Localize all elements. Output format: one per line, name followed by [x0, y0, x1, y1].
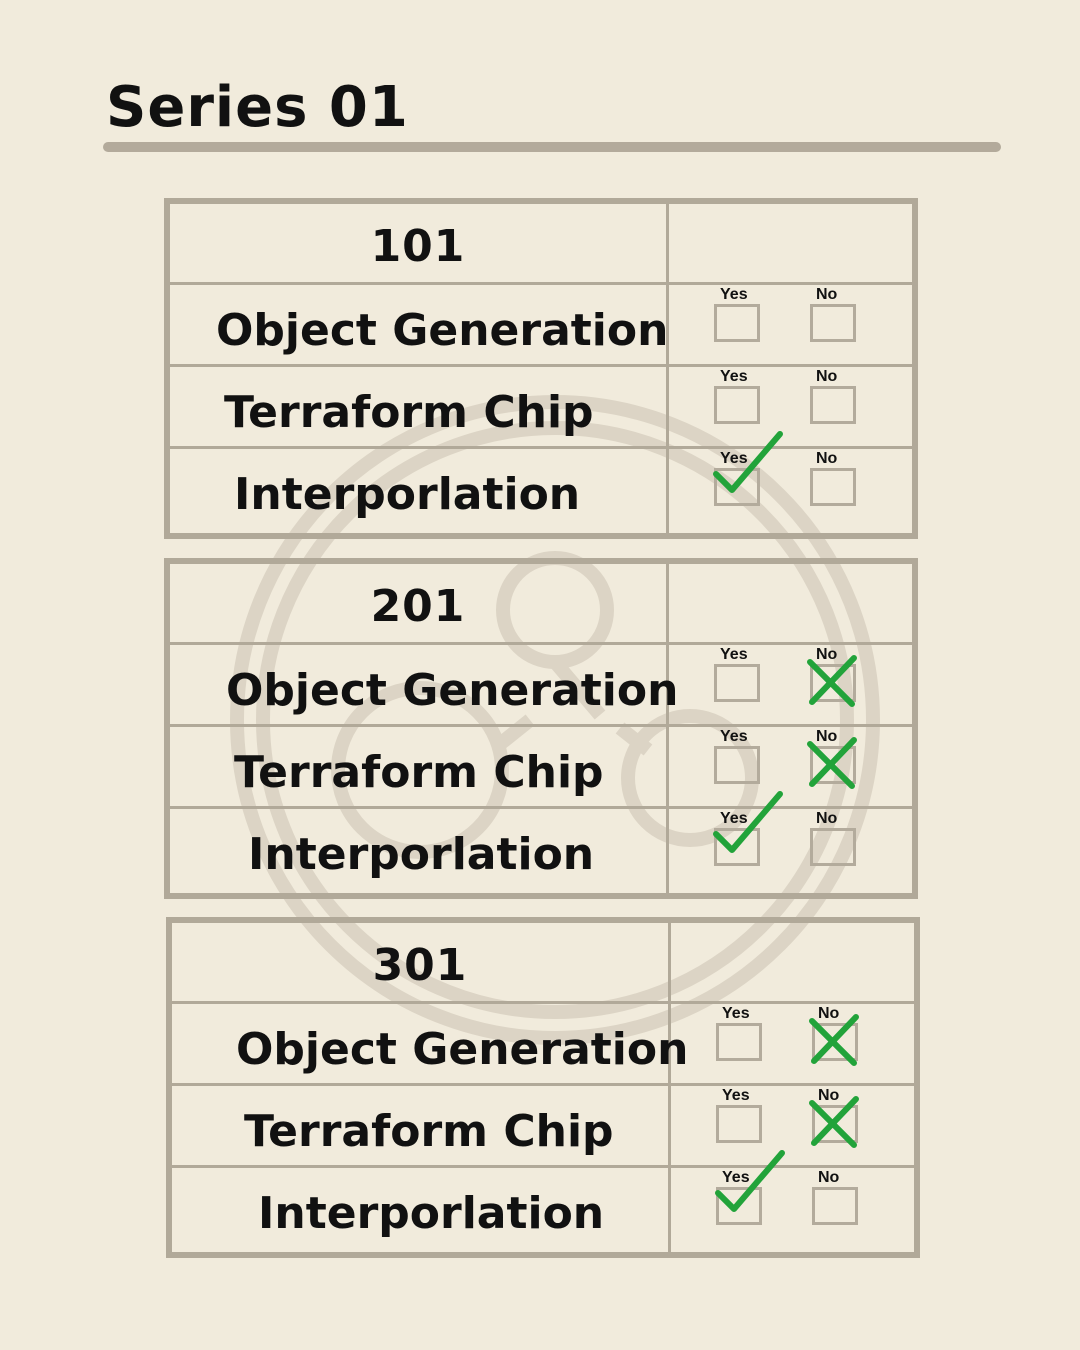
row-label: Interporlation — [248, 829, 595, 880]
yes-label: Yes — [720, 646, 748, 663]
x-mark-icon — [809, 1014, 859, 1066]
row-divider — [170, 282, 912, 285]
no-checkbox[interactable] — [810, 386, 856, 424]
yes-label: Yes — [722, 1005, 750, 1022]
no-label: No — [818, 1169, 840, 1186]
yes-label: Yes — [722, 1087, 750, 1104]
row-label: Object Generation — [216, 305, 669, 356]
row-divider — [172, 1083, 914, 1086]
checkmark-icon — [715, 1150, 785, 1212]
row-divider — [170, 806, 912, 809]
row-label: Terraform Chip — [244, 1106, 614, 1157]
table-101: 101 Object Generation Yes No Terraform Chip Y… — [164, 198, 918, 539]
row-divider — [170, 364, 912, 367]
table-heading: 301 — [372, 940, 468, 991]
no-label: No — [816, 810, 838, 827]
x-mark-icon — [807, 655, 857, 707]
checkmark-icon — [713, 791, 783, 853]
no-label: No — [816, 368, 838, 385]
row-label: Interporlation — [258, 1188, 605, 1239]
x-mark-icon — [809, 1096, 859, 1148]
row-divider — [172, 1165, 914, 1168]
row-divider — [170, 446, 912, 449]
yes-checkbox[interactable] — [714, 746, 760, 784]
row-divider — [170, 724, 912, 727]
yes-checkbox[interactable] — [716, 1105, 762, 1143]
table-301: 301 Object Generation Yes No Terraform Chip Y… — [166, 917, 920, 1258]
yes-label: Yes — [720, 286, 748, 303]
yes-label: Yes — [720, 368, 748, 385]
row-label: Terraform Chip — [224, 387, 594, 438]
no-checkbox[interactable] — [810, 828, 856, 866]
column-divider — [666, 564, 669, 893]
row-label: Object Generation — [226, 665, 679, 716]
yes-label: Yes — [720, 728, 748, 745]
table-heading: 101 — [370, 221, 466, 272]
row-divider — [172, 1001, 914, 1004]
x-mark-icon — [807, 737, 857, 789]
yes-checkbox[interactable] — [714, 386, 760, 424]
column-divider — [668, 923, 671, 1252]
no-label: No — [816, 450, 838, 467]
yes-checkbox[interactable] — [714, 664, 760, 702]
checkmark-icon — [713, 431, 783, 493]
row-label: Object Generation — [236, 1024, 689, 1075]
table-201: 201 Object Generation Yes No Terraform Chip Y… — [164, 558, 918, 899]
no-checkbox[interactable] — [810, 304, 856, 342]
yes-checkbox[interactable] — [716, 1023, 762, 1061]
no-label: No — [816, 286, 838, 303]
row-label: Terraform Chip — [234, 747, 604, 798]
no-checkbox[interactable] — [810, 468, 856, 506]
row-divider — [170, 642, 912, 645]
title-divider — [103, 142, 1001, 152]
row-label: Interporlation — [234, 469, 581, 520]
table-heading: 201 — [370, 581, 466, 632]
no-checkbox[interactable] — [812, 1187, 858, 1225]
column-divider — [666, 204, 669, 533]
yes-checkbox[interactable] — [714, 304, 760, 342]
page-title: Series 01 — [106, 75, 409, 140]
